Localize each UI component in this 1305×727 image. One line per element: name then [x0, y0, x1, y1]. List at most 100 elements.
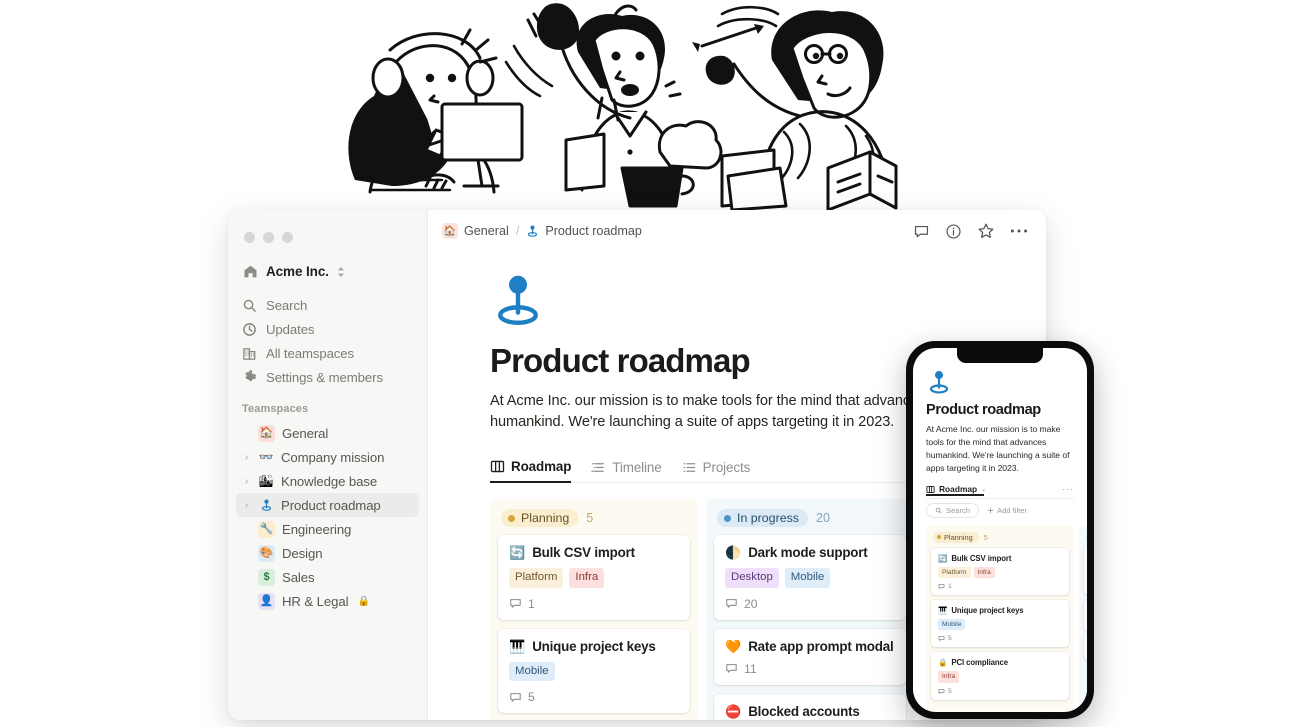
more-icon[interactable]: ··· — [1062, 484, 1074, 494]
board-card[interactable]: 🔄 Bulk CSV import Platform Infra 1 — [498, 535, 690, 620]
phone-screen: Product roadmap At Acme Inc. our mission… — [913, 348, 1087, 712]
board-card[interactable]: ⛔ Blocked accounts — [714, 693, 906, 720]
sidebar-item-label: Search — [266, 297, 308, 313]
tab-roadmap[interactable]: Roadmap — [490, 459, 571, 484]
search-input[interactable]: Search — [926, 502, 980, 518]
card-tags: Platform Infra — [509, 568, 679, 588]
phone-board-card[interactable]: 🌓 Dark mode support Desktop 20 — [1084, 547, 1087, 596]
status-badge[interactable]: In progress — [1086, 531, 1087, 543]
breadcrumb-parent[interactable]: General — [464, 224, 509, 238]
card-comments: 20 — [725, 597, 895, 611]
teamspace-label: Knowledge base — [281, 473, 378, 489]
chevron-right-icon[interactable]: › — [242, 452, 251, 463]
sidebar-item-updates[interactable]: Updates — [236, 317, 419, 341]
sidebar-item-company-mission[interactable]: › 👓 Company mission — [236, 445, 419, 469]
lock-icon: 🔒 — [357, 595, 370, 607]
phone-column-header: Planning 5 — [931, 531, 1069, 548]
card-title-row: 🌓 Dark mode support — [725, 545, 895, 560]
tag[interactable]: Platform — [938, 566, 971, 579]
person-icon: 👤 — [258, 592, 275, 610]
comment-icon — [938, 583, 945, 590]
workspace-switcher[interactable]: Acme Inc. — [236, 260, 419, 283]
teamspace-label: Sales — [282, 569, 315, 585]
board-card[interactable]: 🎹 Unique project keys Mobile 5 — [498, 628, 690, 714]
card-title-row: 🔄 Bulk CSV import — [938, 554, 1062, 563]
status-badge[interactable]: Planning — [933, 531, 979, 543]
wrench-icon: 🔧 — [258, 520, 275, 538]
card-title-row: 🔄 Bulk CSV import — [509, 545, 679, 560]
sidebar-item-sales[interactable]: › $ Sales — [236, 565, 419, 589]
zoom-button[interactable] — [282, 231, 293, 243]
phone-page-description: At Acme Inc. our mission is to make tool… — [926, 424, 1070, 474]
search-icon — [242, 298, 257, 313]
tab-timeline[interactable]: Timeline — [591, 460, 662, 482]
sidebar-item-label: All teamspaces — [266, 345, 355, 361]
phone-board-card[interactable]: 🧡 Rate app prompt modal 11 — [1084, 600, 1087, 632]
tag[interactable]: Infra — [973, 566, 995, 579]
phone-tab-roadmap[interactable]: Roadmap ⌄ — [926, 484, 986, 494]
refresh-icon: 🔄 — [509, 545, 526, 561]
card-comments: 1 — [938, 583, 1062, 590]
window-traffic-lights — [228, 222, 427, 248]
add-filter-button[interactable]: Add filter — [987, 506, 1027, 515]
page-icon-location-pin-icon[interactable] — [926, 370, 952, 396]
card-title: Blocked accounts — [748, 703, 860, 719]
phone-board-card[interactable]: 🔒 PCI compliance Infra 5 — [931, 652, 1069, 700]
close-button[interactable] — [244, 231, 255, 243]
comment-icon — [938, 688, 945, 695]
sidebar-item-settings[interactable]: Settings & members — [236, 365, 419, 389]
tag[interactable]: Infra — [569, 568, 605, 588]
sidebar-item-engineering[interactable]: › 🔧 Engineering — [236, 517, 419, 541]
sidebar-item-knowledge-base[interactable]: › 🏙 Knowledge base — [236, 469, 419, 493]
sidebar-item-product-roadmap[interactable]: › Product roadmap — [236, 493, 419, 517]
tag[interactable]: Mobile — [509, 661, 555, 682]
sidebar-item-general[interactable]: › 🏠 General — [236, 421, 419, 445]
card-title: Bulk CSV import — [951, 553, 1012, 563]
home-icon — [242, 264, 258, 279]
chevron-down-icon[interactable]: ⌄ — [981, 486, 986, 493]
status-badge[interactable]: Planning — [501, 509, 579, 528]
search-placeholder: Search — [946, 505, 971, 515]
status-dot-icon — [508, 514, 515, 522]
phone-board-card[interactable]: 🔄 Bulk CSV import Platform Infra 1 — [931, 547, 1069, 596]
card-comments: 1 — [509, 597, 679, 611]
card-title: Rate app prompt modal — [748, 638, 894, 654]
minimize-button[interactable] — [263, 231, 274, 243]
top-bar: 🏠 General / Product roadmap — [428, 214, 1046, 248]
column-header: In progress 20 — [714, 507, 906, 535]
status-badge[interactable]: In progress — [717, 509, 808, 528]
comment-icon — [938, 635, 945, 642]
sidebar-item-design[interactable]: › 🎨 Design — [236, 541, 419, 565]
column-header: Planning 5 — [498, 507, 690, 535]
board-card[interactable]: 🌓 Dark mode support Desktop Mobile 20 — [714, 535, 906, 620]
chevron-right-icon[interactable]: › — [242, 500, 251, 511]
plus-icon — [987, 507, 994, 514]
tag[interactable]: Desktop — [725, 568, 779, 588]
phone-board-column-in-progress: In progress 20 🌓 Dark mode support Deskt… — [1079, 525, 1087, 711]
page-icon-location-pin-icon[interactable] — [490, 274, 546, 330]
no-entry-icon: ⛔ — [725, 703, 742, 719]
info-icon[interactable] — [945, 223, 962, 240]
card-title-row: ⛔ Blocked accounts — [725, 704, 895, 719]
comment-icon[interactable] — [913, 223, 930, 240]
comment-icon — [725, 662, 738, 675]
tag[interactable]: Mobile — [784, 568, 831, 588]
board-card[interactable]: 🧡 Rate app prompt modal 11 — [714, 628, 906, 685]
sidebar-item-all-teamspaces[interactable]: All teamspaces — [236, 341, 419, 365]
sidebar-item-hr-legal[interactable]: › 👤 HR & Legal 🔒 — [236, 589, 419, 613]
tab-label: Timeline — [612, 460, 662, 476]
chevron-right-icon[interactable]: › — [242, 476, 251, 487]
star-icon[interactable] — [977, 222, 995, 240]
phone-document-body: Product roadmap At Acme Inc. our mission… — [913, 364, 1087, 475]
tag[interactable]: Infra — [938, 671, 960, 683]
phone-board-card[interactable]: ⛔ Blocked accounts — [1084, 636, 1087, 661]
tag[interactable]: Platform — [509, 568, 564, 588]
tab-projects[interactable]: Projects — [682, 460, 750, 482]
sidebar-item-search[interactable]: Search — [236, 293, 419, 317]
more-icon[interactable] — [1010, 228, 1028, 234]
add-filter-label: Add filter — [997, 505, 1028, 515]
board-icon — [926, 485, 935, 494]
breadcrumb-current[interactable]: Product roadmap — [545, 224, 642, 238]
tag[interactable]: Mobile — [938, 619, 966, 631]
phone-board-card[interactable]: 🎹 Unique project keys Mobile 5 — [931, 600, 1069, 648]
